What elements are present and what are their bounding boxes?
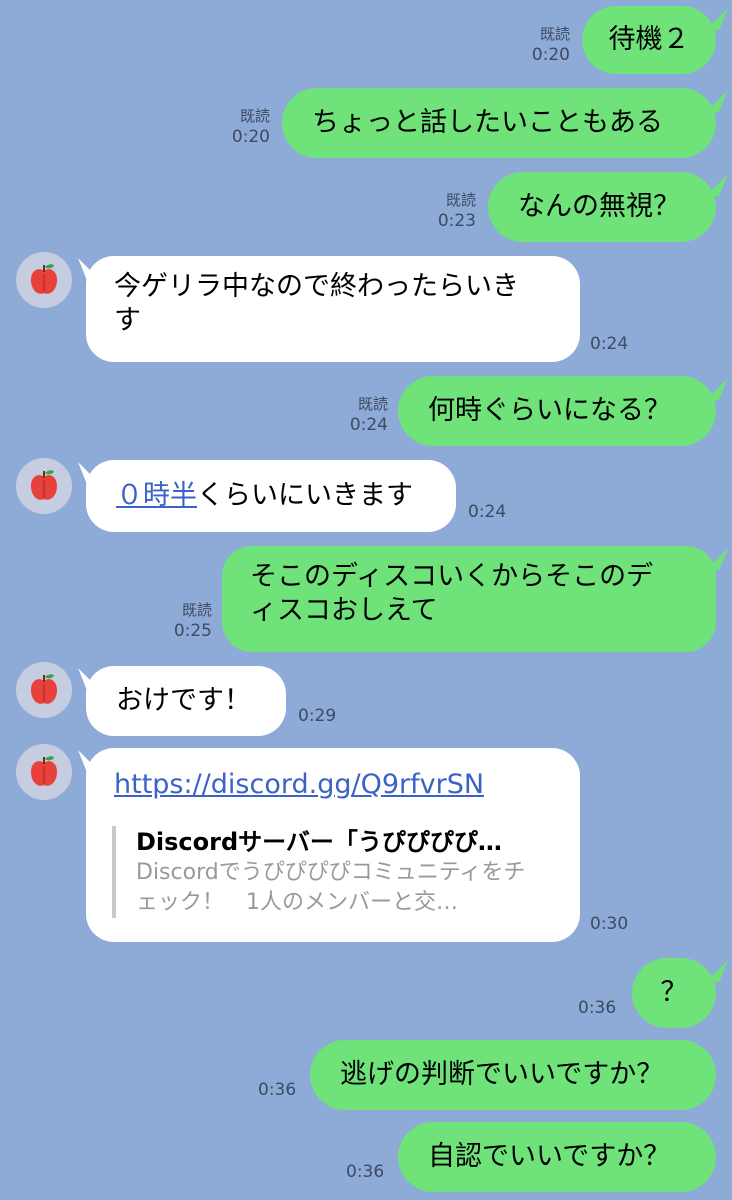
message-bubble[interactable]: おけです！ [86,666,286,736]
message-bubble[interactable]: なんの無視？ [488,172,716,242]
timestamp: 0:36 [258,1080,297,1100]
timestamp: 0:20 [531,45,570,65]
message-bubble[interactable]: 自認でいいですか？ [398,1122,716,1192]
timestamp: 0:36 [346,1162,385,1182]
message-meta: 既読 0:20 [232,106,270,148]
apple-icon [31,756,57,786]
message-text: 逃げの判断でいいですか？ [340,1059,664,1090]
message-text: ちょっと話したいこともある [312,107,663,138]
message-text-line: ィスコおしえて [250,595,438,626]
timestamp: 0:24 [590,334,629,354]
link-preview[interactable]: Discordサーバー「うぴぴぴぴ… Discordでうぴぴぴぴコミュニティをチ… [112,826,532,918]
apple-icon [31,264,57,294]
message-bubble[interactable]: ０時半 くらいにいきます [86,460,456,532]
chat-screen: { "messages": [ {"id":"m1","sender":"me"… [0,0,732,1200]
bubble-tail [706,960,728,982]
message-meta: 既読 0:25 [174,600,212,642]
message-bubble[interactable]: ？ [632,958,716,1028]
message-text: おけです！ [116,685,251,716]
timestamp: 0:20 [231,127,270,147]
timestamp: 0:24 [468,502,507,522]
message-bubble[interactable]: 今ゲリラ中なので終わったらいき す [86,256,580,362]
timestamp: 0:24 [349,415,388,435]
timestamp: 0:29 [298,706,337,726]
time-link[interactable]: ０時半 [116,479,197,513]
message-meta: 既読 0:23 [438,190,476,232]
message-text: くらいにいきます [197,480,413,511]
apple-icon [31,674,57,704]
timestamp: 0:30 [590,914,629,934]
message-text-line: 今ゲリラ中なので終わったらいき [114,271,519,302]
read-receipt: 既読 [357,395,388,413]
timestamp: 0:23 [437,211,476,231]
message-text-line: す [114,305,141,336]
message-text: 自認でいいですか？ [428,1141,671,1172]
message-text-line: そこのディスコいくからそこのデ [250,561,654,592]
discord-link[interactable]: https://discord.gg/Q9rfvrSN [114,768,484,802]
bubble-tail [706,378,728,400]
avatar[interactable] [16,744,72,800]
preview-title: Discordサーバー「うぴぴぴぴ… [136,828,502,856]
message-text: なんの無視？ [518,191,680,222]
message-bubble[interactable]: 待機２ [582,6,716,74]
message-bubble[interactable]: 何時ぐらいになる？ [398,376,716,446]
read-receipt: 既読 [239,107,270,125]
message-bubble[interactable]: 逃げの判断でいいですか？ [310,1040,716,1110]
message-text: 待機２ [608,24,690,55]
message-text: 何時ぐらいになる？ [428,395,671,426]
read-receipt: 既読 [539,25,570,43]
avatar[interactable] [16,458,72,514]
message-bubble[interactable]: そこのディスコいくからそこのデ ィスコおしえて [222,546,716,652]
message-meta: 既読 0:24 [350,394,388,436]
message-bubble[interactable]: https://discord.gg/Q9rfvrSN Discordサーバー「… [86,748,580,942]
timestamp: 0:36 [578,998,617,1018]
timestamp: 0:25 [173,621,212,641]
apple-icon [31,470,57,500]
avatar[interactable] [16,662,72,718]
message-meta: 既読 0:20 [532,24,570,66]
read-receipt: 既読 [445,191,476,209]
message-text: ？ [660,977,688,1008]
avatar[interactable] [16,252,72,308]
read-receipt: 既読 [181,601,212,619]
message-bubble[interactable]: ちょっと話したいこともある [282,88,716,158]
preview-description: Discordでうぴぴぴぴコミュニティをチェック！ 1人のメンバーと交… [136,860,526,915]
